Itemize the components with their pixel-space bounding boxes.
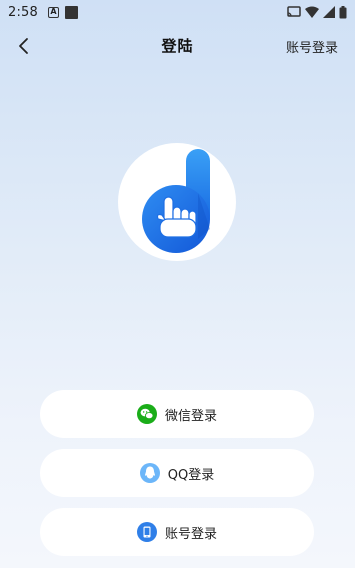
battery-icon [339, 5, 347, 18]
wechat-login-label: 微信登录 [164, 408, 217, 424]
wechat-login-button[interactable]: 微信登录 [40, 390, 314, 438]
chevron-left-icon [19, 38, 28, 54]
status-time: 2:58 [8, 4, 38, 20]
qq-login-button[interactable]: QQ登录 [40, 449, 314, 497]
qq-icon [139, 463, 160, 483]
signal-icon [323, 6, 335, 18]
status-bar: 2:58 A [0, 0, 355, 24]
wifi-icon [305, 6, 319, 18]
account-login-button[interactable]: 账号登录 [40, 508, 314, 556]
nav-bar: 登陆 账号登录 [0, 30, 355, 62]
notification-a-icon: A [48, 6, 59, 18]
app-logo-icon [142, 149, 210, 253]
qq-login-label: QQ登录 [167, 467, 215, 483]
notification-square-icon [65, 5, 78, 19]
wechat-icon [136, 404, 157, 424]
account-login-label: 账号登录 [164, 526, 217, 542]
phone-icon [136, 522, 157, 542]
app-logo [118, 143, 236, 261]
account-login-link[interactable]: 账号登录 [286, 37, 338, 56]
back-button[interactable] [12, 34, 36, 58]
cast-icon [287, 6, 301, 17]
status-icons [287, 5, 347, 19]
